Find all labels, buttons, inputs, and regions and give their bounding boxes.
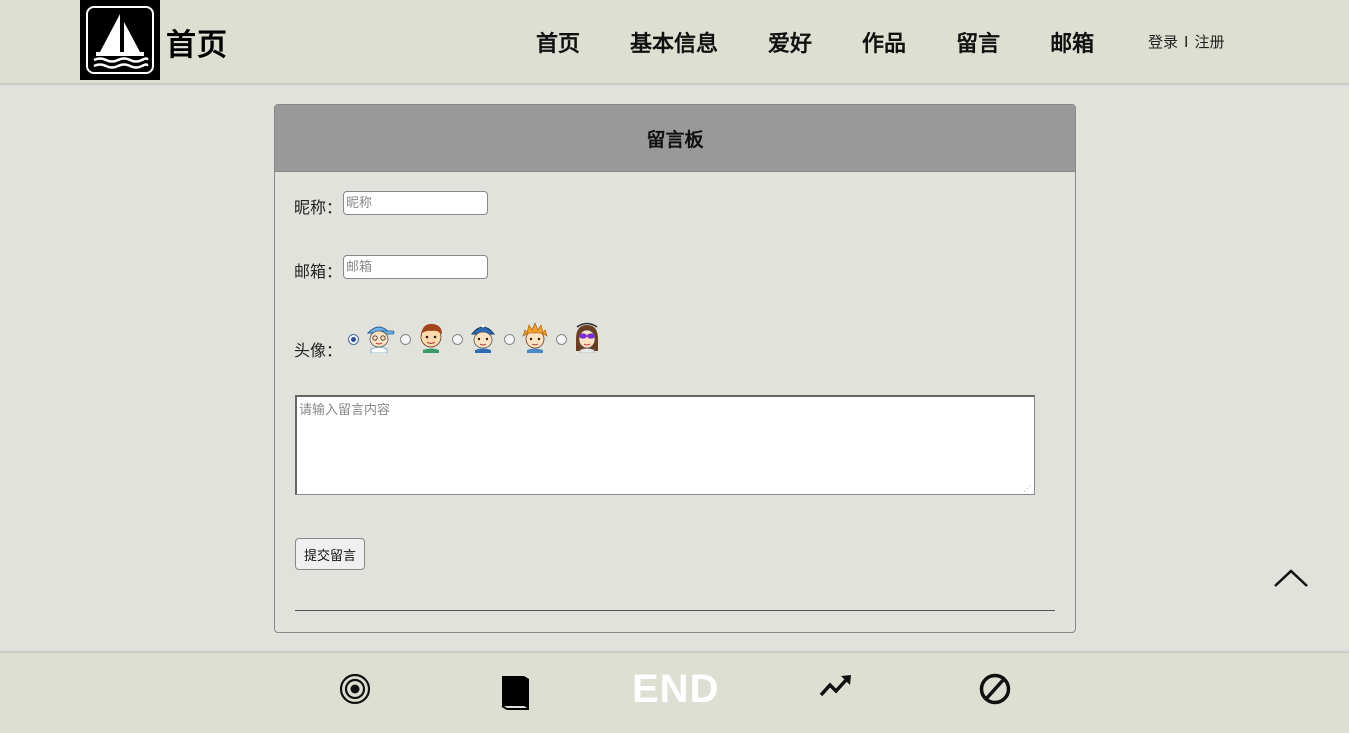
nav-item-mailbox[interactable]: 邮箱	[1050, 26, 1094, 58]
nav-item-basic-info[interactable]: 基本信息	[630, 26, 718, 58]
main-nav: 首页 基本信息 爱好 作品 留言 邮箱	[536, 26, 1144, 58]
nickname-label: 昵称：	[294, 198, 343, 217]
avatar-radio-2[interactable]	[400, 334, 411, 345]
message-textarea[interactable]	[295, 395, 1035, 495]
nav-item-hobbies[interactable]: 爱好	[768, 26, 812, 58]
avatar-option-4[interactable]	[503, 319, 552, 353]
avatar-boy-brown-hair-icon	[420, 323, 442, 353]
auth-separator: I	[1184, 32, 1189, 51]
avatar-radio-3[interactable]	[452, 334, 463, 345]
message-board-header: 留言板	[275, 105, 1075, 172]
avatar-radio-5[interactable]	[556, 334, 567, 345]
avatar-option-3[interactable]	[451, 319, 500, 353]
sailboat-logo-icon[interactable]	[80, 0, 160, 80]
back-to-top-chevron-icon[interactable]	[1272, 563, 1310, 593]
email-label: 邮箱：	[294, 262, 343, 281]
avatar-option-1[interactable]	[347, 319, 396, 353]
avatar-boy-navy-cap-icon	[470, 324, 496, 353]
submit-message-button[interactable]: 提交留言	[295, 538, 365, 570]
login-link[interactable]: 登录	[1148, 31, 1178, 52]
avatar-option-5[interactable]	[555, 319, 604, 353]
avatar-boy-blue-cap-icon	[366, 326, 395, 353]
resize-grip-icon[interactable]: ⋰	[1023, 484, 1031, 493]
nav-item-home[interactable]: 首页	[536, 26, 580, 58]
register-link[interactable]: 注册	[1194, 31, 1224, 52]
prohibited-icon[interactable]	[975, 671, 1015, 711]
message-board: 留言板 昵称： 邮箱： 头像：	[274, 104, 1076, 633]
top-header: 首页 首页 基本信息 爱好 作品 留言 邮箱 登录 I 注册	[0, 0, 1349, 84]
avatar-boy-spiky-orange-hair-icon	[522, 322, 548, 353]
message-board-title: 留言板	[646, 128, 704, 151]
avatar-girl-sunglasses-icon	[576, 322, 598, 353]
book-icon[interactable]	[495, 671, 535, 711]
trend-up-icon[interactable]	[816, 671, 856, 711]
avatar-option-2[interactable]	[399, 319, 448, 353]
nickname-input[interactable]	[343, 191, 488, 215]
avatar-label: 头像：	[294, 341, 343, 360]
email-input[interactable]	[343, 255, 488, 279]
nav-item-works[interactable]: 作品	[862, 26, 906, 58]
target-icon[interactable]	[335, 671, 375, 711]
auth-links: 登录 I 注册	[1148, 31, 1224, 52]
board-divider	[295, 610, 1055, 611]
nav-item-messages[interactable]: 留言	[956, 26, 1000, 58]
avatar-radio-4[interactable]	[504, 334, 515, 345]
avatar-options	[347, 319, 607, 353]
end-text: END	[632, 667, 720, 711]
avatar-radio-1[interactable]	[348, 334, 359, 345]
bottom-footer: END	[0, 652, 1349, 733]
brand-title[interactable]: 首页	[166, 20, 228, 64]
